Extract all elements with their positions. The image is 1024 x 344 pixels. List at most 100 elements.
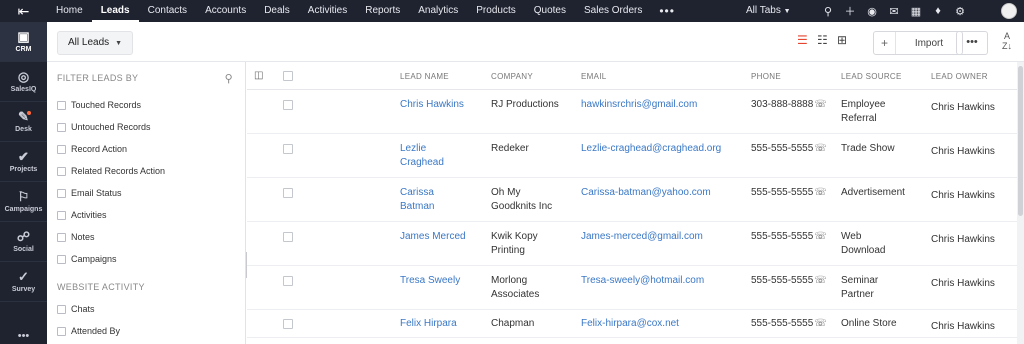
filter-item[interactable]: Email Status [47, 182, 245, 204]
back-arrow-icon[interactable]: ⇤ [0, 0, 47, 22]
filter-item[interactable]: Related Records Action [47, 160, 245, 182]
checkbox[interactable] [57, 326, 66, 336]
checkbox[interactable] [57, 166, 66, 176]
rail-item-projects[interactable]: ✔ Projects [0, 142, 47, 182]
email-link[interactable]: Felix-hirpara@cox.net [581, 317, 679, 331]
vertical-scrollbar[interactable] [1017, 62, 1024, 344]
rail-item-label: Social [13, 246, 34, 253]
email-link[interactable]: Carissa-batman@yahoo.com [581, 186, 711, 200]
list-view-icon[interactable]: ☰ [797, 33, 808, 47]
column-header-company[interactable]: COMPANY [491, 72, 533, 81]
phone-icon[interactable]: ☏ [814, 231, 827, 242]
row-checkbox[interactable] [283, 319, 293, 329]
company-line2: Goodknits Inc [491, 201, 553, 212]
lead-name-link[interactable]: Felix Hirpara [400, 317, 480, 331]
scrollbar-thumb[interactable] [1018, 66, 1023, 216]
tab-reports[interactable]: Reports [356, 0, 409, 22]
lead-name-link[interactable]: Lezlie Craghead [400, 142, 480, 170]
rail-item-social[interactable]: ☍ Social [0, 222, 47, 262]
column-header-lead-source[interactable]: LEAD SOURCE [841, 72, 902, 81]
kanban-view-icon[interactable]: ☷ [817, 33, 828, 47]
phone-icon[interactable]: ☏ [814, 275, 827, 286]
table-row[interactable]: James Merced Kwik Kopy Printing James-merce… [247, 222, 1017, 266]
select-all-checkbox[interactable] [283, 71, 293, 81]
column-settings-icon[interactable]: ◫ [254, 70, 264, 81]
tab-home[interactable]: Home [47, 0, 92, 22]
tab-analytics[interactable]: Analytics [409, 0, 467, 22]
table-row[interactable]: Carissa Batman Oh My Goodknits Inc Carissa-b… [247, 178, 1017, 222]
tab-products[interactable]: Products [467, 0, 524, 22]
rail-more-icon[interactable]: ••• [0, 331, 47, 344]
more-tabs-icon[interactable]: ••• [651, 4, 683, 18]
gamepad-icon[interactable]: ◉ [861, 5, 883, 18]
tab-deals[interactable]: Deals [255, 0, 299, 22]
phone-icon[interactable]: ☏ [814, 318, 827, 329]
filter-item[interactable]: Activities [47, 204, 245, 226]
tab-quotes[interactable]: Quotes [525, 0, 575, 22]
avatar[interactable] [1001, 3, 1017, 19]
lead-name-link[interactable]: James Merced [400, 230, 480, 244]
lead-name-link[interactable]: Chris Hawkins [400, 98, 480, 112]
email-link[interactable]: hawkinsrchris@gmail.com [581, 98, 697, 112]
table-row[interactable]: Tresa Sweely Morlong Associates Tresa-sweel… [247, 266, 1017, 310]
row-checkbox[interactable] [283, 144, 293, 154]
rail-item-salesiq[interactable]: ◎ SalesIQ [0, 62, 47, 102]
phone-icon[interactable]: ☏ [814, 99, 827, 110]
import-button[interactable]: + Import [873, 31, 963, 55]
checkbox[interactable] [57, 304, 66, 314]
filter-item[interactable]: Attended By [47, 320, 245, 342]
filter-item[interactable]: Touched Records [47, 94, 245, 116]
row-checkbox[interactable] [283, 100, 293, 110]
gear-icon[interactable]: ⚙ [949, 5, 971, 18]
tab-contacts[interactable]: Contacts [139, 0, 196, 22]
search-icon[interactable]: ⚲ [225, 72, 233, 85]
phone-icon[interactable]: ☏ [814, 143, 827, 154]
lead-name-link[interactable]: Tresa Sweely [400, 274, 480, 288]
calendar-icon[interactable]: ▦ [905, 5, 927, 18]
column-header-phone[interactable]: PHONE [751, 72, 781, 81]
row-checkbox[interactable] [283, 276, 293, 286]
row-checkbox[interactable] [283, 232, 293, 242]
row-checkbox[interactable] [283, 188, 293, 198]
tab-activities[interactable]: Activities [299, 0, 356, 22]
phone-icon[interactable]: ☏ [814, 187, 827, 198]
rail-item-survey[interactable]: ✓ Survey [0, 262, 47, 302]
mail-icon[interactable]: ✉ [883, 5, 905, 18]
column-header-lead-owner[interactable]: LEAD OWNER [931, 72, 988, 81]
filter-item[interactable]: Notes [47, 226, 245, 248]
search-icon[interactable]: ⚲ [817, 5, 839, 18]
email-link[interactable]: James-merced@gmail.com [581, 230, 703, 244]
table-row[interactable]: Lezlie Craghead Redeker Lezlie-craghead@cra… [247, 134, 1017, 178]
plus-icon[interactable]: ＋ [839, 3, 861, 19]
filter-item[interactable]: Campaigns [47, 248, 245, 270]
rail-item-crm[interactable]: ▣ CRM [0, 22, 47, 62]
tab-leads[interactable]: Leads [91, 0, 139, 22]
bell-icon[interactable]: ♦ [927, 5, 949, 17]
rail-item-campaigns[interactable]: ⚐ Campaigns [0, 182, 47, 222]
more-actions-button[interactable]: ••• [956, 31, 988, 55]
filter-item[interactable]: Chats [47, 298, 245, 320]
sort-az-icon[interactable]: A Z↓ [1002, 31, 1012, 51]
checkbox[interactable] [57, 122, 66, 132]
filter-item[interactable]: Record Action [47, 138, 245, 160]
tab-sales-orders[interactable]: Sales Orders [575, 0, 651, 22]
email-link[interactable]: Tresa-sweely@hotmail.com [581, 274, 704, 288]
chart-view-icon[interactable]: ⊞ [837, 33, 847, 47]
tab-accounts[interactable]: Accounts [196, 0, 255, 22]
rail-item-desk[interactable]: ✎ Desk [0, 102, 47, 142]
email-link[interactable]: Lezlie-craghead@craghead.org [581, 142, 721, 156]
lead-name-link[interactable]: Carissa Batman [400, 186, 480, 214]
checkbox[interactable] [57, 144, 66, 154]
all-tabs-dropdown[interactable]: All Tabs ▼ [746, 0, 791, 22]
filter-item[interactable]: Untouched Records [47, 116, 245, 138]
table-row[interactable]: Felix Hirpara Chapman Felix-hirpara@cox.ne… [247, 310, 1017, 338]
column-header-email[interactable]: EMAIL [581, 72, 607, 81]
checkbox[interactable] [57, 232, 66, 242]
checkbox[interactable] [57, 188, 66, 198]
checkbox[interactable] [57, 254, 66, 264]
view-selector[interactable]: All Leads ▼ [57, 31, 134, 55]
column-header-lead-name[interactable]: LEAD NAME [400, 72, 449, 81]
checkbox[interactable] [57, 100, 66, 110]
checkbox[interactable] [57, 210, 66, 220]
table-row[interactable]: Chris Hawkins RJ Productions hawkinsrchris… [247, 90, 1017, 134]
